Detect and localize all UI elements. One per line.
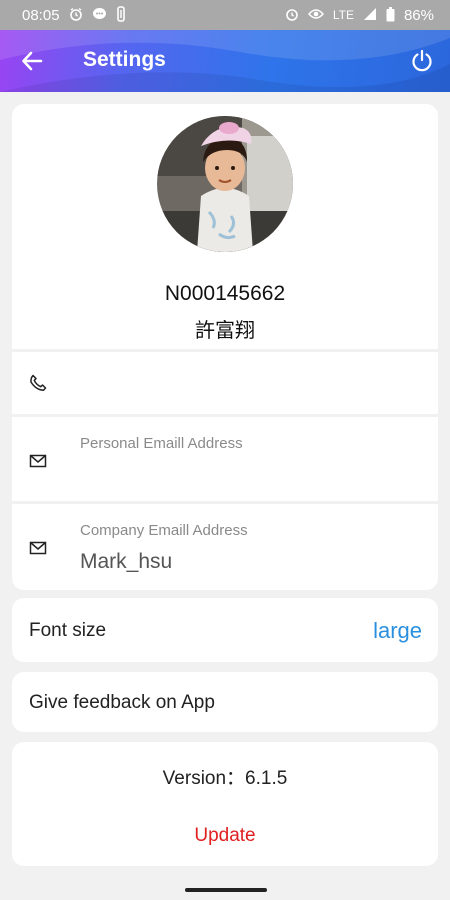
profile-card: N000145662 許富翔 Personal Emaill Address C… bbox=[12, 104, 438, 590]
mail-icon bbox=[29, 541, 47, 555]
signal-icon bbox=[363, 7, 377, 23]
header-wave-decoration bbox=[0, 30, 450, 92]
arrow-back-icon bbox=[22, 51, 43, 71]
mail-icon bbox=[29, 454, 47, 468]
status-bar-left: 08:05 bbox=[22, 6, 126, 24]
font-size-value[interactable]: large bbox=[373, 618, 422, 644]
network-type: LTE bbox=[332, 8, 354, 22]
version-text: Version：6.1.5 bbox=[162, 768, 288, 789]
message-icon bbox=[92, 7, 107, 23]
phone-row[interactable] bbox=[12, 352, 438, 414]
status-bar: 08:05 LTE 86% bbox=[0, 0, 450, 30]
font-size-row[interactable]: Font size large bbox=[12, 598, 438, 662]
update-button[interactable]: Update bbox=[12, 825, 438, 847]
user-id: N000145662 bbox=[164, 282, 286, 305]
alarm-icon bbox=[69, 7, 83, 23]
battery-level: 86% bbox=[403, 6, 434, 24]
personal-email-row[interactable]: Personal Emaill Address bbox=[12, 417, 438, 501]
power-icon bbox=[412, 49, 432, 72]
battery-icon bbox=[386, 6, 395, 24]
back-button[interactable] bbox=[14, 43, 50, 79]
personal-email-label: Personal Emaill Address bbox=[80, 435, 243, 452]
version-card: Version：6.1.5 Update bbox=[12, 742, 438, 866]
font-size-label: Font size bbox=[29, 620, 107, 641]
avatar[interactable] bbox=[157, 116, 293, 252]
company-email-label: Company Emaill Address bbox=[80, 522, 248, 539]
logout-button[interactable] bbox=[404, 43, 440, 79]
app-bar: Settings bbox=[0, 30, 450, 92]
feedback-row[interactable]: Give feedback on App bbox=[12, 672, 438, 732]
phone-icon bbox=[30, 374, 47, 391]
status-bar-right: LTE 86% bbox=[285, 6, 434, 24]
page-title: Settings bbox=[83, 48, 166, 71]
eye-icon bbox=[307, 8, 324, 22]
status-time: 08:05 bbox=[22, 6, 60, 24]
avatar-photo bbox=[157, 116, 293, 252]
home-gesture-handle[interactable] bbox=[185, 888, 267, 892]
feedback-label: Give feedback on App bbox=[29, 692, 215, 713]
user-name: 許富翔 bbox=[195, 320, 255, 342]
company-email-value[interactable]: Mark_hsu bbox=[80, 550, 172, 574]
company-email-row[interactable]: Company Emaill Address Mark_hsu bbox=[12, 504, 438, 590]
alarm-icon bbox=[285, 7, 299, 23]
navigation-bar bbox=[0, 880, 450, 900]
usb-icon bbox=[116, 6, 126, 24]
